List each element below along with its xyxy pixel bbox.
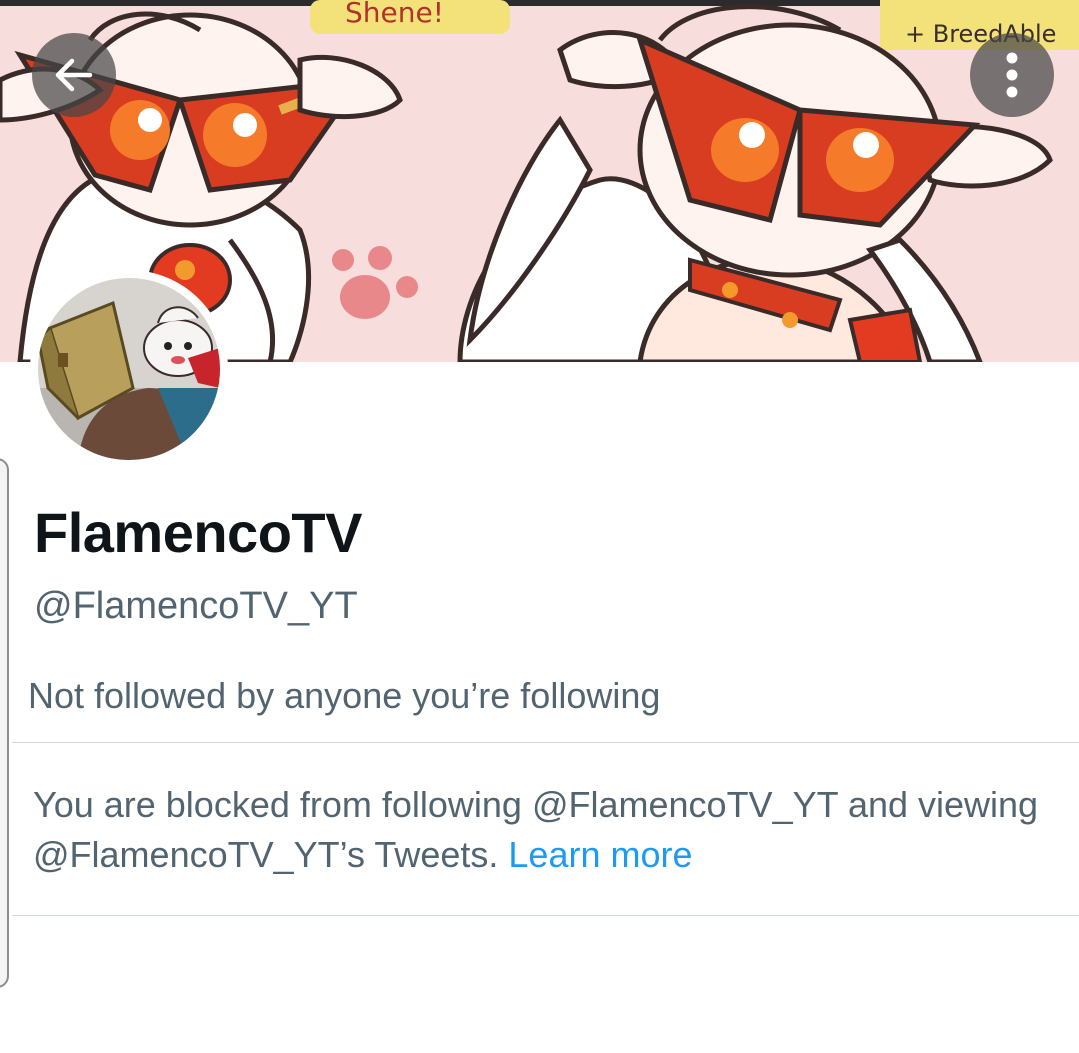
divider [12,915,1079,916]
blocked-message: You are blocked from following @Flamenco… [33,780,1043,880]
more-options-button[interactable] [970,33,1054,117]
user-handle: @FlamencoTV_YT [34,585,358,627]
back-button[interactable] [32,33,116,117]
display-name: FlamencoTV [34,501,362,564]
profile-avatar[interactable] [30,270,228,468]
banner-text-shene: Shene! [345,0,444,29]
divider [12,742,1079,743]
arrow-left-icon [55,58,93,92]
more-vertical-icon [1006,52,1018,98]
learn-more-link[interactable]: Learn more [508,834,692,875]
avatar-image [38,278,220,460]
followers-you-know-note: Not followed by anyone you’re following [28,675,661,716]
edge-panel-handle[interactable] [0,458,9,988]
